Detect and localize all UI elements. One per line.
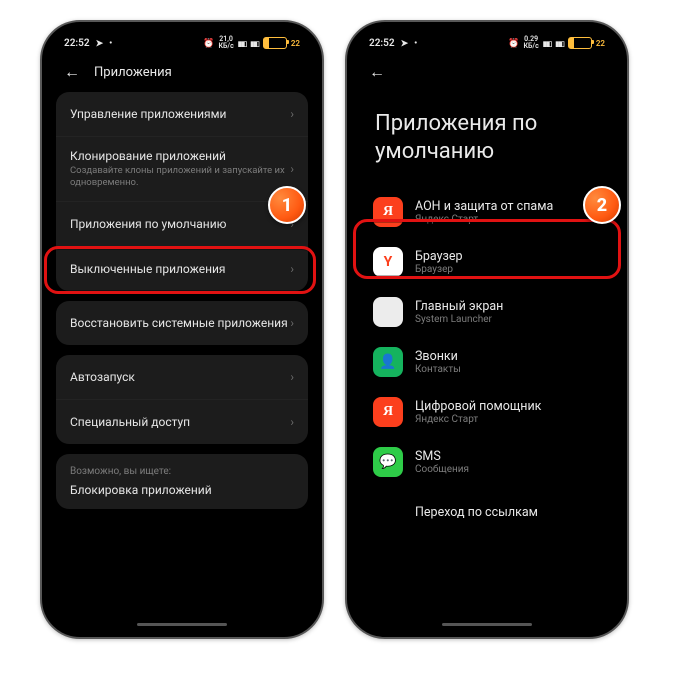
row-sublabel: Сообщения [415,464,469,475]
row-sublabel: Яндекс Старт [415,214,553,225]
network-speed: 21,0 КБ/с [219,36,234,50]
settings-group-restore: Восстановить системные приложения › [56,301,308,345]
row-label: Специальный доступ [70,415,290,429]
network-speed: 0.29 КБ/с [524,36,539,50]
battery-percent: 22 [291,39,300,48]
telegram-icon [401,38,409,49]
row-label: Выключенные приложения [70,262,290,276]
row-label: Главный экран [415,299,503,314]
status-time: 22:52 [64,38,90,49]
chevron-right-icon: › [290,262,294,276]
page-title: Приложения [94,65,172,80]
status-bar: 22:52 0.29 КБ/с 22 [353,28,621,56]
row-special-access[interactable]: Специальный доступ › [56,399,308,444]
contacts-icon [373,347,403,377]
header: ← Приложения [48,56,316,92]
notification-dot-icon [414,38,417,49]
row-browser[interactable]: Y Браузер Браузер [367,237,607,287]
row-caller-id[interactable]: Я АОН и защита от спама Яндекс Старт [367,187,607,237]
row-sublabel: Яндекс Старт [415,414,541,425]
signal-icon-2 [555,38,564,49]
chevron-right-icon: › [290,316,294,330]
signal-icon [543,38,552,49]
notification-dot-icon [109,38,112,49]
row-label: Браузер [415,249,463,264]
signal-icon-2 [250,38,259,49]
row-manage-apps[interactable]: Управление приложениями › [56,92,308,136]
settings-group-2: Автозапуск › Специальный доступ › [56,355,308,444]
battery-icon [263,37,287,49]
settings-group-1: Управление приложениями › Клонирование п… [56,92,308,291]
step-badge-2: 2 [583,186,621,224]
row-sublabel: System Launcher [415,314,503,325]
signal-icon [238,38,247,49]
back-arrow-icon[interactable]: ← [64,64,80,80]
row-assistant[interactable]: Я Цифровой помощник Яндекс Старт [367,387,607,437]
footer-note: Возможно, вы ищете: [70,466,294,477]
phone-default-apps: 22:52 0.29 КБ/с 22 ← Приложения по умолч… [345,20,629,639]
home-indicator[interactable] [137,623,227,626]
settings-footer: Возможно, вы ищете: Блокировка приложени… [56,454,308,509]
row-open-links[interactable]: Переход по ссылкам [367,487,607,530]
yandex-browser-icon: Y [373,247,403,277]
alarm-icon [508,38,519,49]
chevron-right-icon: › [290,107,294,121]
row-label: SMS [415,449,469,464]
phone-apps-settings: 22:52 21,0 КБ/с 22 ← Приложения [40,20,324,639]
row-sublabel: Контакты [415,364,461,375]
row-autostart[interactable]: Автозапуск › [56,355,308,399]
telegram-icon [96,38,104,49]
row-label: Приложения по умолчанию [70,217,290,231]
battery-percent: 22 [596,39,605,48]
row-label: Клонирование приложений [70,149,290,163]
row-sublabel: Браузер [415,264,463,275]
alarm-icon [203,38,214,49]
row-calls[interactable]: Звонки Контакты [367,337,607,387]
row-label: Восстановить системные приложения [70,316,290,330]
default-apps-list: Я АОН и защита от спама Яндекс Старт Y Б… [353,187,621,530]
battery-icon [568,37,592,49]
row-label: Автозапуск [70,370,290,384]
sms-icon [373,447,403,477]
row-disabled-apps[interactable]: Выключенные приложения › [56,246,308,291]
row-label: Цифровой помощник [415,399,541,414]
row-clone-apps[interactable]: Клонирование приложений Создавайте клоны… [56,136,308,201]
row-launcher[interactable]: Главный экран System Launcher [367,287,607,337]
yandex-icon: Я [373,397,403,427]
chevron-right-icon: › [290,370,294,384]
screen: 22:52 21,0 КБ/с 22 ← Приложения [48,28,316,631]
footer-suggestion-link[interactable]: Блокировка приложений [70,483,294,497]
row-sms[interactable]: SMS Сообщения [367,437,607,487]
status-time: 22:52 [369,38,395,49]
settings-content: Управление приложениями › Клонирование п… [48,92,316,631]
launcher-icon [373,297,403,327]
screen: 22:52 0.29 КБ/с 22 ← Приложения по умолч… [353,28,621,631]
status-bar: 22:52 21,0 КБ/с 22 [48,28,316,56]
row-sublabel: Создавайте клоны приложений и запускайте… [70,165,290,189]
row-restore-system-apps[interactable]: Восстановить системные приложения › [56,301,308,345]
row-label: Управление приложениями [70,107,290,121]
chevron-right-icon: › [290,162,294,176]
home-indicator[interactable] [442,623,532,626]
header: ← [353,56,621,80]
page-title: Приложения по умолчанию [353,80,621,187]
row-label: АОН и защита от спама [415,199,553,214]
back-arrow-icon[interactable]: ← [369,64,385,80]
row-label: Звонки [415,349,461,364]
chevron-right-icon: › [290,415,294,429]
step-badge-1: 1 [268,186,306,224]
yandex-icon: Я [373,197,403,227]
